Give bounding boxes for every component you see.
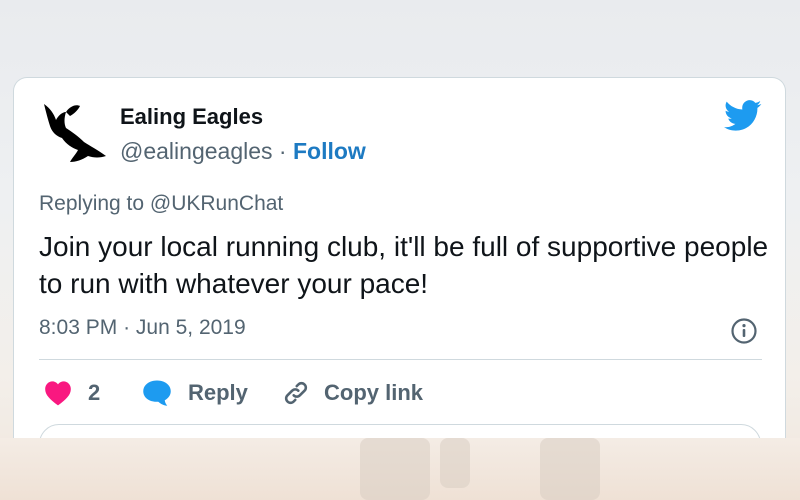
separator-dot: · [123, 316, 131, 339]
reply-label: Reply [188, 380, 248, 405]
eagle-silhouette-icon[interactable] [42, 102, 108, 168]
speech-bubble-icon [143, 380, 171, 406]
copy-link-button[interactable]: Copy link [282, 378, 423, 408]
follow-button[interactable]: Follow [293, 138, 366, 164]
twitter-bird-icon[interactable] [724, 100, 762, 132]
background-figure [360, 438, 430, 500]
account-handle[interactable]: @ealingeagles [120, 138, 273, 164]
divider [39, 359, 762, 360]
tweet-time: 8:03 PM [39, 316, 118, 339]
background-bottom [0, 438, 800, 500]
background-figure [540, 438, 600, 500]
separator-dot: · [278, 138, 287, 164]
background-figure [440, 438, 470, 488]
info-icon[interactable] [730, 317, 758, 345]
read-replies-button[interactable] [39, 424, 761, 438]
reply-button[interactable]: Reply [142, 378, 248, 408]
tweet-timestamp[interactable]: 8:03 PM · Jun 5, 2019 [39, 316, 246, 340]
link-icon [284, 381, 308, 405]
like-button[interactable]: 2 [44, 378, 100, 408]
replying-to-text: Replying to @UKRunChat [39, 192, 284, 215]
handle-row: @ealingeagles · Follow [120, 138, 366, 165]
tweet-text: Join your local running club, it'll be f… [39, 231, 769, 299]
like-count: 2 [88, 380, 101, 405]
tweet-date: Jun 5, 2019 [135, 316, 246, 339]
heart-icon [45, 381, 71, 406]
account-name[interactable]: Ealing Eagles [120, 104, 263, 130]
copy-link-label: Copy link [324, 380, 424, 405]
embedded-tweet-card: Ealing Eagles @ealingeagles · Follow Rep… [13, 77, 786, 438]
